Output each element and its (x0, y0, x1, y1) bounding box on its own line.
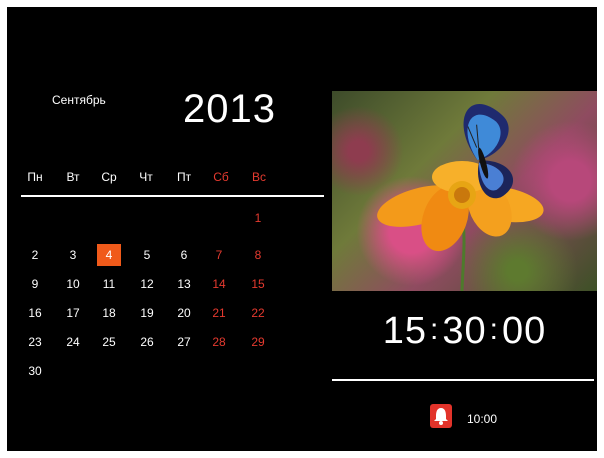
calendar-day[interactable]: 6 (172, 244, 196, 266)
calendar-day[interactable]: 3 (61, 244, 85, 266)
weekday-label: Ср (101, 170, 117, 184)
calendar-day[interactable]: 12 (135, 273, 159, 295)
calendar-day[interactable]: 21 (207, 302, 231, 324)
calendar-day[interactable]: 23 (23, 331, 47, 353)
calendar-day[interactable]: 25 (97, 331, 121, 353)
calendar-day[interactable]: 10 (61, 273, 85, 295)
calendar-day[interactable]: 8 (246, 244, 270, 266)
butterfly-flower-image (377, 104, 544, 291)
slideshow-photo (332, 91, 597, 291)
calendar-day[interactable]: 13 (172, 273, 196, 295)
calendar-day[interactable]: 17 (61, 302, 85, 324)
weekday-label: Пт (176, 170, 192, 184)
clock-hours: 15 (382, 310, 428, 352)
calendar-day[interactable]: 30 (23, 360, 47, 382)
calendar-day[interactable]: 11 (97, 273, 121, 295)
calendar-day[interactable]: 5 (135, 244, 159, 266)
calendar-day[interactable]: 19 (135, 302, 159, 324)
calendar-day[interactable]: 2 (23, 244, 47, 266)
calendar-day[interactable]: 26 (135, 331, 159, 353)
calendar-day[interactable]: 15 (246, 273, 270, 295)
calendar-day[interactable]: 18 (97, 302, 121, 324)
calendar-day[interactable]: 14 (207, 273, 231, 295)
month-label: Сентябрь (52, 93, 106, 107)
calendar-day[interactable]: 27 (172, 331, 196, 353)
digital-clock: 15:30:00 (332, 310, 597, 353)
weekday-label-saturday: Сб (213, 170, 229, 184)
weekday-label: Вт (66, 170, 80, 184)
clock-seconds: 00 (501, 310, 547, 352)
clock-separator: : (489, 313, 499, 346)
clock-minutes: 30 (442, 310, 487, 352)
clock-separator: : (430, 313, 440, 346)
calendar-divider (21, 195, 324, 197)
calendar-day[interactable]: 20 (172, 302, 196, 324)
calendar-day[interactable]: 9 (23, 273, 47, 295)
weekday-label: Пн (27, 170, 43, 184)
alarm-time: 10:00 (467, 412, 498, 426)
calendar-day[interactable]: 1 (246, 207, 270, 229)
clock-divider (332, 379, 594, 381)
weekday-label: Чт (139, 170, 153, 184)
calendar-day-today[interactable]: 4 (97, 244, 121, 266)
calendar-day[interactable]: 28 (207, 331, 231, 353)
calendar-day[interactable]: 16 (23, 302, 47, 324)
calendar-day[interactable]: 29 (246, 331, 270, 353)
calendar-grid: 1 2 3 4 5 6 7 8 9 10 11 12 13 14 15 16 17 18 19 20 21 22 23 24 2… (21, 207, 321, 407)
bell-icon[interactable] (430, 404, 452, 428)
calendar-day[interactable]: 7 (207, 244, 231, 266)
year-label: 2013 (183, 87, 276, 131)
calendar-day[interactable]: 22 (246, 302, 270, 324)
photo-frame-screen: Сентябрь 2013 Пн Вт Ср Чт Пт Сб Вс 12345… (7, 7, 597, 451)
calendar-day[interactable]: 24 (61, 331, 85, 353)
weekday-header: Пн Вт Ср Чт Пт Сб Вс (21, 170, 321, 190)
weekday-label-sunday: Вс (251, 170, 266, 184)
